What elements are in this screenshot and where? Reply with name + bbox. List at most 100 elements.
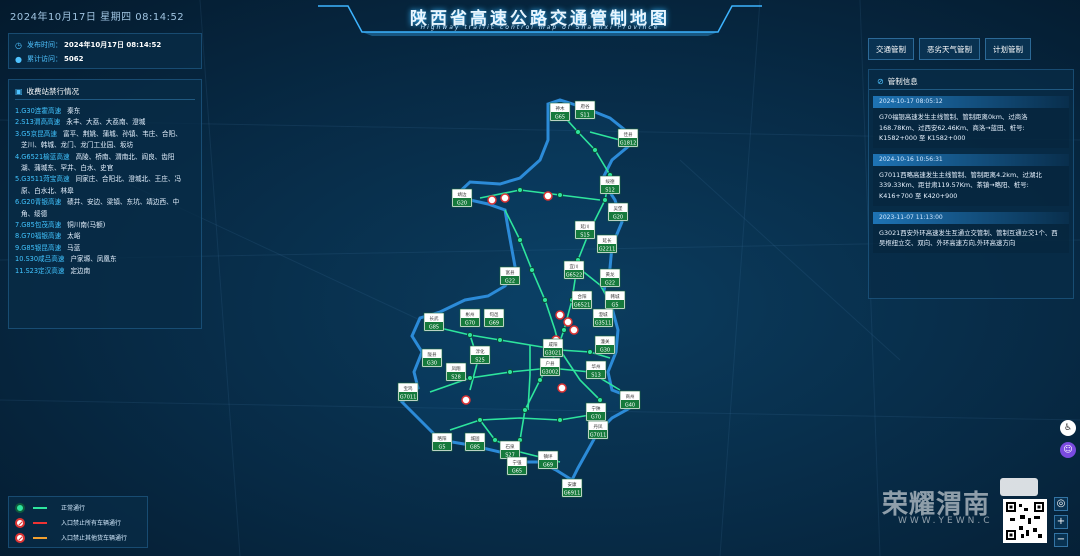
highway-city: 韩城 [611, 293, 620, 300]
highway-label[interactable]: 华州 S13 [585, 360, 607, 380]
closure-item: 11.S23定汉高速 定边南 [15, 266, 195, 277]
highway-code: G65 [555, 115, 565, 121]
control-card[interactable]: 2024-10-16 10:56:31 G7011西略高速发生主线管制、管制距离… [873, 153, 1069, 206]
control-info-title: 管制信息 [887, 77, 918, 86]
highway-code: G30 [427, 361, 437, 367]
highway-code: G3511 [595, 321, 612, 327]
highway-code: G65 [512, 469, 522, 475]
control-card[interactable]: 2023-11-07 11:13:00 G3021西安外环高速发生互通立交管制、… [873, 211, 1069, 253]
control-card[interactable]: 2024-10-17 08:05:12 G70福银高速发生主线管制、管制距离0k… [873, 96, 1069, 148]
control-info-panel: ⊘ 管制信息 2024-10-17 08:05:12 G70福银高速发生主线管制… [868, 69, 1074, 299]
clock-icon: ◷ [15, 40, 22, 50]
closure-stations: 同家庄、合阳北、澄城北、王庄、冯 [75, 175, 182, 184]
highway-label[interactable]: 彬州 G70 [459, 308, 481, 328]
highway-label[interactable]: 陇县 G30 [421, 348, 443, 368]
highway-city: 宝鸡 [404, 385, 413, 392]
highway-label[interactable]: 佳县 G1812 [617, 128, 639, 148]
highway-city: 延川 [581, 223, 590, 230]
closure-stations: 碛井、安边、梁镇、东坑、靖边西、中 [67, 198, 180, 207]
highway-label[interactable]: 吴堡 G20 [607, 202, 629, 222]
highway-city: 淳化 [476, 348, 485, 355]
tab-weather-control[interactable]: 恶劣天气管制 [919, 38, 980, 60]
closure-road: 7.G85包茂高速 [15, 221, 62, 230]
highway-code: G20 [457, 201, 467, 207]
closure-road: 2.S13渭高高速 [15, 118, 61, 127]
closure-item: 角、绥德 [15, 209, 195, 220]
highway-label[interactable]: 黄龙 G22 [599, 268, 621, 288]
closure-road: 5.G3511菏宝高速 [15, 175, 70, 184]
visit-count-label: 累计访问： [27, 55, 62, 63]
highway-code: S28 [451, 375, 461, 381]
zoom-in-button[interactable]: + [1054, 515, 1068, 529]
legend-item-truck-banned: 入口禁止其他货车辆通行 [15, 530, 141, 545]
control-card-text: G7011西略高速发生主线管制、管制距离4.2km、过湖北339.33Km、距甘… [879, 170, 1042, 200]
highway-label[interactable]: 潼关 G30 [594, 335, 616, 355]
closure-item: 5.G3511菏宝高速 同家庄、合阳北、澄城北、王庄、冯 [15, 174, 195, 185]
highway-code: G85 [429, 325, 439, 331]
publish-time-row: ◷ 发布时间： 2024年10月17日 08:14:52 [15, 38, 195, 52]
highway-label[interactable]: 凤翔 S28 [445, 362, 467, 382]
highway-city: 吴堡 [614, 205, 623, 212]
closure-road: 9.G85银昆高速 [15, 243, 62, 252]
control-card-date: 2024-10-16 10:56:31 [873, 153, 1069, 166]
toll-closure-header: ▣ 收费站禁行情况 [15, 84, 195, 100]
closure-road: 10.S30咸吕高速 [15, 255, 65, 264]
highway-label[interactable]: 宁强 G65 [506, 456, 528, 476]
highway-city: 石泉 [506, 443, 515, 450]
highway-label[interactable]: 淳化 S25 [469, 345, 491, 365]
closure-stations: 定边南 [70, 266, 91, 275]
zoom-out-button[interactable]: − [1054, 533, 1068, 547]
assistant-icon[interactable]: ☺ [1060, 442, 1076, 458]
side-widgets: ♿ ☺ [1060, 420, 1078, 464]
control-card-date: 2023-11-07 11:13:00 [873, 211, 1069, 224]
tab-planned-control[interactable]: 计划管制 [985, 38, 1031, 60]
highway-city: 富县 [506, 269, 515, 276]
highway-label[interactable]: 石泉S27 [499, 440, 521, 460]
highway-label[interactable]: 韩城 G5 [604, 290, 626, 310]
highway-code: G22 [505, 279, 515, 285]
closure-stations: 富平、荆姚、蒲城、孙镇、韦庄、合阳、 [62, 129, 182, 138]
highway-label[interactable]: 丹凤 G7011 [587, 420, 609, 440]
highway-label[interactable]: 镇坪 G69 [537, 450, 559, 470]
highway-label[interactable]: 宜川 G6522 [563, 260, 585, 280]
visit-count-row: ● 累计访问： 5062 [15, 52, 195, 66]
legend-line-orange [33, 536, 47, 539]
highway-label[interactable]: 咸阳 G3021 [542, 338, 564, 358]
highway-label[interactable]: 长武 G85 [423, 312, 445, 332]
highway-label[interactable]: 靖边 G20 [451, 188, 473, 208]
no-entry-icon [15, 532, 25, 543]
highway-city: 户县 [546, 360, 555, 367]
tab-traffic-control[interactable]: 交通管制 [868, 38, 914, 60]
highway-city: 旬邑 [490, 311, 499, 318]
highway-city: 佳县 [624, 131, 633, 138]
highway-city: 华州 [592, 363, 601, 370]
locate-icon[interactable]: ◎ [1054, 497, 1068, 511]
highway-label[interactable]: 神木 G65 [549, 102, 571, 122]
highway-label[interactable]: 合阳 G6521 [571, 290, 593, 310]
highway-label[interactable]: 户县 G3002 [539, 357, 561, 377]
highway-label[interactable]: 宝鸡 G7011 [397, 382, 419, 402]
highway-code: G6911 [564, 491, 581, 497]
closure-item: 原、白水北、林皋 [15, 186, 195, 197]
highway-label[interactable]: 商州 G40 [619, 390, 641, 410]
highway-label[interactable]: 宁陕 G70 [585, 402, 607, 422]
highway-label[interactable]: 绥德 S12 [599, 175, 621, 195]
highway-label[interactable]: 延长 G2211 [596, 234, 618, 254]
closure-road: 11.S23定汉高速 [15, 266, 65, 275]
highway-label[interactable]: 富县 G22 [499, 266, 521, 286]
control-card-text: G70福银高速发生主线管制、管制距离0km、过商洛168.78Km、过西安62.… [879, 113, 1028, 143]
highway-label[interactable]: 澄城 G3511 [592, 308, 614, 328]
highway-label[interactable]: 延川 S15 [574, 220, 596, 240]
highway-code: G3021 [545, 351, 562, 357]
accessibility-icon[interactable]: ♿ [1060, 420, 1076, 436]
highway-label[interactable]: 府谷 S11 [574, 100, 596, 120]
highway-city: 宁强 [513, 459, 522, 466]
highway-label[interactable]: 安康 G6911 [561, 478, 583, 498]
highway-label[interactable]: 略阳 G5 [431, 432, 453, 452]
highway-city: 宜川 [570, 263, 579, 270]
highway-label[interactable]: 旬邑 G69 [483, 308, 505, 328]
closure-stations: 角、绥德 [21, 209, 48, 218]
highway-label[interactable]: 城固 G85 [464, 432, 486, 452]
closure-stations: 芝川、韩城、龙门、龙门工业园、坂坊 [21, 141, 134, 150]
visit-count-value: 5062 [64, 55, 84, 63]
